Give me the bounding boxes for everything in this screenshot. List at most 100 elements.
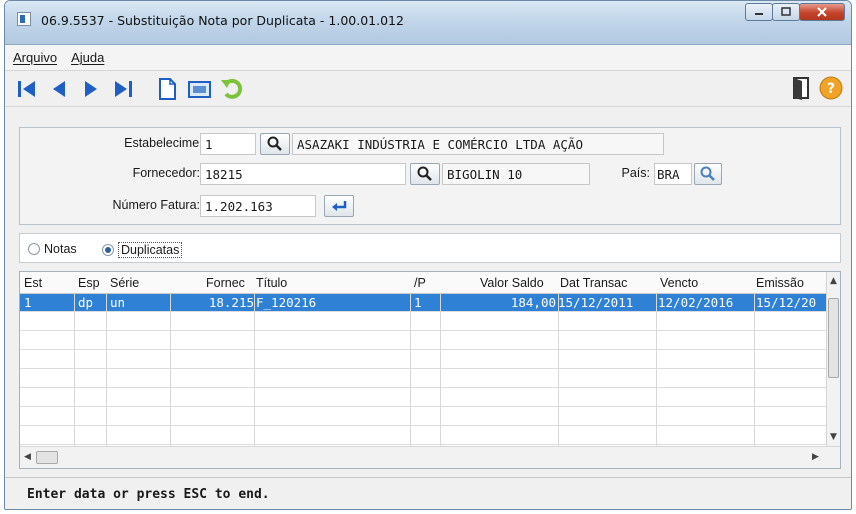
status-message: Enter data or press ESC to end. (27, 487, 270, 502)
horizontal-scroll-thumb[interactable] (36, 451, 58, 464)
last-record-icon (115, 80, 132, 97)
title-bar[interactable]: 06.9.5537 - Substituição Nota por Duplic… (5, 1, 851, 45)
cell-emissao: 15/12/20 (756, 295, 817, 310)
estabelecimento-search-button[interactable] (260, 133, 290, 155)
cell-titulo: F_120216 (256, 295, 317, 310)
horizontal-scrollbar[interactable]: ◀ ▶ (20, 446, 840, 468)
scroll-left-icon[interactable]: ◀ (24, 452, 31, 462)
new-document-icon (159, 77, 176, 100)
pais-search-button[interactable] (694, 163, 722, 185)
table-row[interactable] (20, 313, 828, 331)
first-record-icon (18, 80, 35, 97)
help-button[interactable]: ? (819, 76, 843, 103)
window-title: 06.9.5537 - Substituição Nota por Duplic… (41, 13, 404, 28)
column-divider (656, 294, 657, 446)
view-mode-selector: Notas Duplicatas (19, 233, 841, 263)
svg-text:?: ? (827, 81, 835, 97)
menu-ajuda[interactable]: Ajuda (71, 50, 104, 65)
close-button[interactable] (799, 3, 845, 21)
cell-valor-saldo: 184,00 (510, 295, 556, 310)
new-document-button[interactable] (155, 76, 179, 102)
col-serie[interactable]: Série (110, 276, 139, 290)
estabelecimento-code-field[interactable]: 1 (200, 133, 256, 155)
column-divider (440, 294, 441, 446)
radio-notas[interactable]: Notas (28, 242, 77, 256)
table-row[interactable] (20, 389, 828, 407)
search-icon (700, 166, 715, 181)
numero-fatura-field[interactable]: 1.202.163 (200, 195, 316, 217)
pais-label: País: (621, 166, 651, 180)
table-row[interactable] (20, 351, 828, 369)
col-parcela[interactable]: /P (414, 276, 426, 290)
preview-button[interactable] (187, 76, 211, 102)
next-record-button[interactable] (79, 76, 103, 102)
first-record-button[interactable] (15, 76, 39, 102)
pais-field[interactable]: BRA (654, 163, 692, 185)
cell-dat-transac: 15/12/2011 (558, 295, 634, 310)
col-titulo[interactable]: Título (256, 276, 287, 290)
vertical-scroll-thumb[interactable] (828, 298, 839, 378)
scroll-down-icon[interactable]: ▼ (830, 432, 837, 442)
app-icon (17, 12, 31, 26)
column-divider (558, 294, 559, 446)
undo-button[interactable] (219, 76, 243, 102)
table-row[interactable] (20, 427, 828, 445)
scroll-up-icon[interactable]: ▲ (830, 276, 837, 286)
radio-notas-dot[interactable] (28, 243, 40, 255)
radio-duplicatas[interactable]: Duplicatas (102, 242, 183, 258)
confirm-button[interactable] (324, 195, 354, 217)
maximize-button[interactable] (772, 3, 800, 21)
fornecedor-name-field: BIGOLIN 10 (442, 163, 590, 185)
radio-duplicatas-dot[interactable] (102, 244, 114, 256)
col-emissao[interactable]: Emissão (756, 276, 804, 290)
undo-icon (221, 78, 243, 99)
table-row[interactable] (20, 370, 828, 388)
col-dat-transac[interactable]: Dat Transac (560, 276, 627, 290)
column-divider (74, 294, 75, 446)
radio-notas-label: Notas (44, 242, 77, 256)
maximize-icon (781, 7, 791, 16)
last-record-button[interactable] (111, 76, 135, 102)
window-controls (745, 3, 845, 21)
next-record-icon (85, 80, 97, 97)
cell-vencto: 12/02/2016 (658, 295, 734, 310)
search-icon (267, 136, 282, 151)
column-divider (106, 294, 107, 446)
toolbar: ? (5, 71, 851, 107)
fornecedor-search-button[interactable] (410, 163, 440, 185)
col-est[interactable]: Est (24, 276, 42, 290)
exit-button[interactable] (791, 76, 813, 103)
previous-record-icon (53, 80, 65, 97)
exit-door-icon (793, 77, 809, 100)
vertical-scrollbar[interactable]: ▲ ▼ (826, 272, 840, 448)
estabelecimento-label: Estabelecimento: (124, 136, 220, 150)
minimize-button[interactable] (745, 3, 773, 21)
filter-panel: Estabelecimento: 1 ASAZAKI INDÚSTRIA E C… (19, 127, 841, 225)
preview-icon (188, 80, 211, 98)
cell-fornec: 18.215 (208, 295, 254, 310)
cell-serie: un (110, 295, 126, 310)
enter-icon (332, 201, 347, 211)
previous-record-button[interactable] (47, 76, 71, 102)
status-bar: Enter data or press ESC to end. (5, 477, 851, 509)
col-esp[interactable]: Esp (78, 276, 100, 290)
table-row[interactable]: 1 dp un 18.215 F_120216 1 184,00 15/12/2… (20, 294, 828, 312)
table-row[interactable] (20, 408, 828, 426)
col-valor-saldo[interactable]: Valor Saldo (480, 276, 544, 290)
column-divider (170, 294, 171, 446)
search-icon (417, 166, 432, 181)
cell-est: 1 (24, 295, 32, 310)
col-vencto[interactable]: Vencto (660, 276, 698, 290)
fornecedor-code-field[interactable]: 18215 (200, 163, 406, 185)
fornecedor-label: Fornecedor: (132, 166, 200, 180)
menu-arquivo[interactable]: Arquivo (13, 50, 57, 65)
close-icon (817, 7, 827, 17)
scroll-right-icon[interactable]: ▶ (812, 452, 819, 462)
column-divider (754, 294, 755, 446)
numero-fatura-label: Número Fatura: (112, 198, 200, 212)
table-row[interactable] (20, 332, 828, 350)
help-icon: ? (819, 76, 843, 100)
menu-bar: Arquivo Ajuda (5, 45, 851, 71)
table-header: Est Esp Série Fornec Título /P Valor Sal… (20, 272, 828, 294)
col-fornec[interactable]: Fornec (206, 276, 245, 290)
